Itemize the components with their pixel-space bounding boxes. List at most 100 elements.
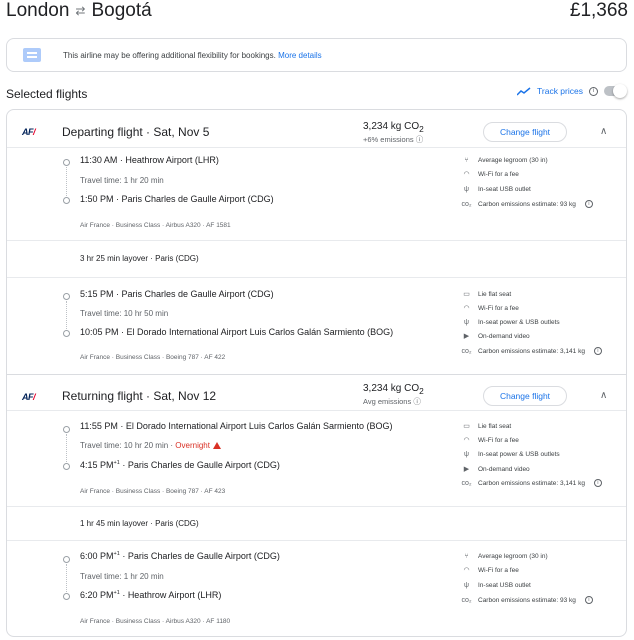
air-france-logo: AF/ bbox=[22, 392, 36, 402]
usb-icon: ψ bbox=[464, 581, 469, 589]
layover-info: 1 hr 45 min layover · Paris (CDG) bbox=[80, 519, 199, 528]
info-icon[interactable]: i bbox=[593, 347, 602, 355]
change-departing-button[interactable]: Change flight bbox=[483, 122, 567, 142]
info-icon[interactable]: i bbox=[584, 200, 593, 208]
bed-icon: ▭ bbox=[463, 423, 470, 430]
wifi-icon: ◠ bbox=[463, 171, 470, 178]
more-details-link[interactable]: More details bbox=[278, 51, 322, 60]
departure-stop: 11:30 AM · Heathrow Airport (LHR) bbox=[80, 155, 219, 165]
info-icon[interactable]: i bbox=[584, 596, 593, 604]
returning-flight-title: Returning flight · Sat, Nov 12 bbox=[62, 389, 217, 403]
arrival-dot bbox=[63, 330, 70, 337]
departing-emissions: 3,234 kg CO2 +6% emissions ⓘ bbox=[363, 121, 424, 144]
trending-icon bbox=[517, 86, 531, 96]
track-prices-toggle[interactable] bbox=[604, 84, 627, 98]
video-icon: ▶ bbox=[463, 333, 470, 340]
flight-details: Air France · Business Class · Boeing 787… bbox=[80, 354, 226, 361]
route-line bbox=[66, 301, 67, 329]
swap-arrows-icon: ⇄ bbox=[75, 4, 86, 18]
change-returning-button[interactable]: Change flight bbox=[483, 386, 567, 406]
departure-dot bbox=[63, 159, 70, 166]
flight-details: Air France · Business Class · Airbus A32… bbox=[80, 222, 231, 229]
info-icon[interactable]: i bbox=[589, 86, 598, 96]
bed-icon: ▭ bbox=[463, 291, 470, 298]
feature-power: ψ In-seat power & USB outlets bbox=[464, 318, 560, 326]
wifi-icon: ◠ bbox=[463, 437, 470, 444]
travel-time: Travel time: 10 hr 20 min · Overnight bbox=[80, 441, 221, 450]
feature-emissions: co₂ Carbon emissions estimate: 93 kg i bbox=[461, 595, 593, 605]
destination-city: Bogotá bbox=[91, 0, 152, 21]
departing-flight-title: Departing flight · Sat, Nov 5 bbox=[62, 125, 210, 139]
arrival-dot bbox=[63, 593, 70, 600]
co2-icon: co₂ bbox=[461, 200, 472, 208]
info-icon[interactable]: i bbox=[593, 479, 602, 487]
co2-icon: co₂ bbox=[461, 347, 472, 355]
feature-legroom: ⑂ Average legroom (30 in) bbox=[462, 551, 547, 561]
departure-dot bbox=[63, 293, 70, 300]
overnight-label: Overnight bbox=[175, 441, 210, 450]
feature-video: ▶ On-demand video bbox=[463, 465, 530, 474]
flexibility-notice: This airline may be offering additional … bbox=[6, 38, 627, 72]
notice-text: This airline may be offering additional … bbox=[63, 50, 276, 60]
feature-wifi: ◠ Wi-Fi for a fee bbox=[463, 566, 519, 575]
feature-emissions: co₂ Carbon emissions estimate: 3,141 kg i bbox=[461, 478, 602, 488]
arrival-stop: 6:20 PM+1 · Heathrow Airport (LHR) bbox=[80, 590, 222, 600]
info-icon: ⓘ bbox=[415, 135, 424, 144]
ticket-icon bbox=[23, 48, 41, 62]
track-prices-label: Track prices bbox=[537, 86, 583, 96]
feature-wifi: ◠ Wi-Fi for a fee bbox=[463, 170, 519, 179]
returning-emissions: 3,234 kg CO2 Avg emissions ⓘ bbox=[363, 383, 424, 406]
feature-usb: ψ In-seat USB outlet bbox=[464, 581, 531, 589]
departure-stop: 6:00 PM+1 · Paris Charles de Gaulle Airp… bbox=[80, 551, 280, 561]
section-divider bbox=[7, 374, 626, 375]
travel-time: Travel time: 10 hr 50 min bbox=[80, 309, 169, 318]
wifi-icon: ◠ bbox=[463, 305, 470, 312]
usb-icon: ψ bbox=[464, 185, 469, 193]
arrival-stop: 4:15 PM+1 · Paris Charles de Gaulle Airp… bbox=[80, 460, 280, 470]
arrival-stop: 10:05 PM · El Dorado International Airpo… bbox=[80, 327, 394, 337]
seat-icon: ⑂ bbox=[464, 552, 469, 560]
power-plug-icon: ψ bbox=[464, 450, 469, 458]
total-price: £1,368 bbox=[569, 0, 628, 21]
feature-emissions: co₂ Carbon emissions estimate: 93 kg i bbox=[461, 199, 593, 209]
divider bbox=[7, 506, 626, 507]
flight-details: Air France · Business Class · Boeing 787… bbox=[80, 488, 226, 495]
divider bbox=[7, 277, 626, 278]
feature-seat: ▭ Lie flat seat bbox=[463, 290, 512, 299]
travel-time: Travel time: 1 hr 20 min bbox=[80, 176, 164, 185]
departure-dot bbox=[63, 556, 70, 563]
feature-usb: ψ In-seat USB outlet bbox=[464, 185, 531, 193]
collapse-returning-icon[interactable]: ∧ bbox=[600, 390, 607, 401]
arrival-dot bbox=[63, 463, 70, 470]
divider bbox=[7, 540, 626, 541]
departure-dot bbox=[63, 426, 70, 433]
flight-details: Air France · Business Class · Airbus A32… bbox=[80, 618, 231, 625]
route: London ⇄ Bogotá bbox=[6, 0, 152, 22]
arrival-stop: 1:50 PM · Paris Charles de Gaulle Airpor… bbox=[80, 194, 274, 204]
arrival-dot bbox=[63, 197, 70, 204]
layover-info: 3 hr 25 min layover · Paris (CDG) bbox=[80, 254, 199, 263]
feature-emissions: co₂ Carbon emissions estimate: 3,141 kg i bbox=[461, 346, 602, 356]
route-line bbox=[66, 167, 67, 196]
co2-icon: co₂ bbox=[461, 596, 472, 604]
route-line bbox=[66, 564, 67, 592]
co2-icon: co₂ bbox=[461, 479, 472, 487]
feature-wifi: ◠ Wi-Fi for a fee bbox=[463, 436, 519, 445]
route-line bbox=[66, 434, 67, 462]
feature-legroom: ⑂ Average legroom (30 in) bbox=[462, 155, 547, 165]
divider bbox=[7, 240, 626, 241]
video-icon: ▶ bbox=[463, 466, 470, 473]
collapse-departing-icon[interactable]: ∧ bbox=[600, 126, 607, 137]
track-prices[interactable]: Track prices i bbox=[517, 84, 627, 98]
divider bbox=[7, 147, 626, 148]
trip-header: London ⇄ Bogotá £1,368 bbox=[6, 0, 628, 26]
selected-flights-title: Selected flights bbox=[6, 87, 88, 101]
info-icon: ⓘ bbox=[413, 397, 421, 406]
feature-seat: ▭ Lie flat seat bbox=[463, 422, 512, 431]
origin-city: London bbox=[6, 0, 70, 21]
departure-stop: 5:15 PM · Paris Charles de Gaulle Airpor… bbox=[80, 289, 274, 299]
warning-icon bbox=[212, 442, 221, 449]
selected-flights-card: AF/ Departing flight · Sat, Nov 5 3,234 … bbox=[6, 109, 627, 637]
power-plug-icon: ψ bbox=[464, 318, 469, 326]
feature-power: ψ In-seat power & USB outlets bbox=[464, 450, 560, 458]
